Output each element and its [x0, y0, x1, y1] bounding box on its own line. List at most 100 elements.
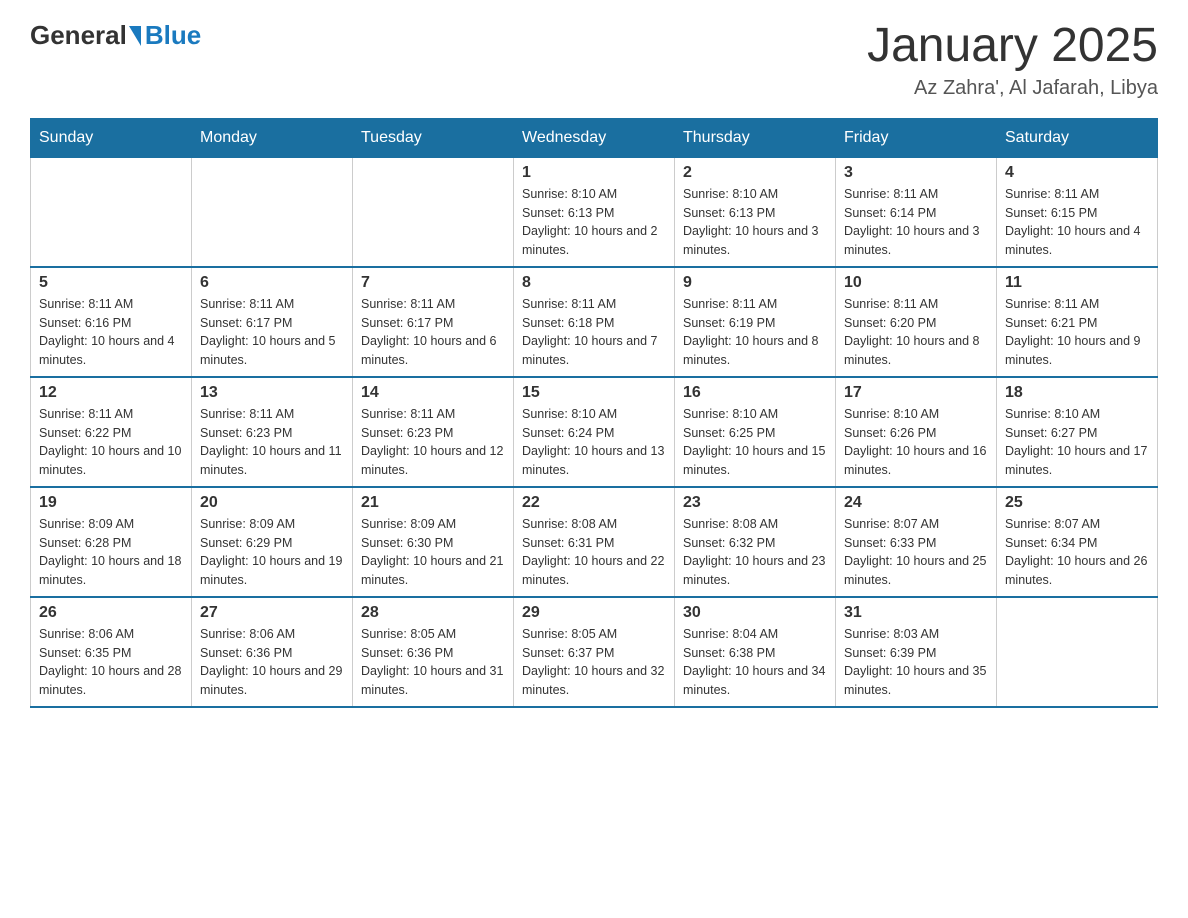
day-info: Sunrise: 8:11 AMSunset: 6:17 PMDaylight:…: [200, 295, 344, 370]
day-info: Sunrise: 8:11 AMSunset: 6:21 PMDaylight:…: [1005, 295, 1149, 370]
calendar-cell: 4 Sunrise: 8:11 AMSunset: 6:15 PMDaylight…: [997, 157, 1158, 267]
calendar-table: SundayMondayTuesdayWednesdayThursdayFrid…: [30, 118, 1158, 708]
calendar-cell: 25 Sunrise: 8:07 AMSunset: 6:34 PMDayligh…: [997, 487, 1158, 597]
day-info: Sunrise: 8:06 AMSunset: 6:36 PMDaylight:…: [200, 625, 344, 700]
day-info: Sunrise: 8:10 AMSunset: 6:25 PMDaylight:…: [683, 405, 827, 480]
calendar-cell: 20Sunrise: 8:09 AMSunset: 6:29 PMDayligh…: [192, 487, 353, 597]
calendar-cell: 3Sunrise: 8:11 AMSunset: 6:14 PMDaylight…: [836, 157, 997, 267]
calendar-cell: 6 Sunrise: 8:11 AMSunset: 6:17 PMDaylight…: [192, 267, 353, 377]
calendar-cell: 17Sunrise: 8:10 AMSunset: 6:26 PMDayligh…: [836, 377, 997, 487]
calendar-cell: 9 Sunrise: 8:11 AMSunset: 6:19 PMDaylight…: [675, 267, 836, 377]
location-title: Az Zahra', Al Jafarah, Libya: [867, 77, 1158, 100]
day-number: 15: [522, 384, 666, 402]
day-info: Sunrise: 8:11 AMSunset: 6:17 PMDaylight:…: [361, 295, 505, 370]
day-info: Sunrise: 8:10 AMSunset: 6:13 PMDaylight:…: [522, 185, 666, 260]
day-number: 30: [683, 604, 827, 622]
day-number: 16: [683, 384, 827, 402]
day-number: 4: [1005, 164, 1149, 182]
day-info: Sunrise: 8:07 AMSunset: 6:33 PMDaylight:…: [844, 515, 988, 590]
day-info: Sunrise: 8:09 AMSunset: 6:30 PMDaylight:…: [361, 515, 505, 590]
day-info: Sunrise: 8:11 AMSunset: 6:16 PMDaylight:…: [39, 295, 183, 370]
day-header-friday: Friday: [836, 118, 997, 157]
day-info: Sunrise: 8:07 AMSunset: 6:34 PMDaylight:…: [1005, 515, 1149, 590]
day-number: 13: [200, 384, 344, 402]
calendar-cell: 1 Sunrise: 8:10 AMSunset: 6:13 PMDaylight…: [514, 157, 675, 267]
calendar-cell: [353, 157, 514, 267]
calendar-cell: 5Sunrise: 8:11 AMSunset: 6:16 PMDaylight…: [31, 267, 192, 377]
day-number: 26: [39, 604, 183, 622]
day-info: Sunrise: 8:08 AMSunset: 6:32 PMDaylight:…: [683, 515, 827, 590]
calendar-cell: 14Sunrise: 8:11 AMSunset: 6:23 PMDayligh…: [353, 377, 514, 487]
day-header-wednesday: Wednesday: [514, 118, 675, 157]
day-info: Sunrise: 8:10 AMSunset: 6:27 PMDaylight:…: [1005, 405, 1149, 480]
calendar-cell: 21 Sunrise: 8:09 AMSunset: 6:30 PMDayligh…: [353, 487, 514, 597]
calendar-cell: 7 Sunrise: 8:11 AMSunset: 6:17 PMDaylight…: [353, 267, 514, 377]
calendar-cell: 16 Sunrise: 8:10 AMSunset: 6:25 PMDayligh…: [675, 377, 836, 487]
day-number: 7: [361, 274, 505, 292]
day-number: 8: [522, 274, 666, 292]
calendar-cell: 29 Sunrise: 8:05 AMSunset: 6:37 PMDayligh…: [514, 597, 675, 707]
day-number: 25: [1005, 494, 1149, 512]
calendar-cell: 15 Sunrise: 8:10 AMSunset: 6:24 PMDayligh…: [514, 377, 675, 487]
calendar-cell: 26 Sunrise: 8:06 AMSunset: 6:35 PMDayligh…: [31, 597, 192, 707]
day-info: Sunrise: 8:09 AMSunset: 6:28 PMDaylight:…: [39, 515, 183, 590]
calendar-cell: 13Sunrise: 8:11 AMSunset: 6:23 PMDayligh…: [192, 377, 353, 487]
day-number: 22: [522, 494, 666, 512]
month-title: January 2025: [867, 20, 1158, 73]
day-info: Sunrise: 8:11 AMSunset: 6:22 PMDaylight:…: [39, 405, 183, 480]
day-number: 27: [200, 604, 344, 622]
day-header-saturday: Saturday: [997, 118, 1158, 157]
calendar-cell: 24 Sunrise: 8:07 AMSunset: 6:33 PMDayligh…: [836, 487, 997, 597]
day-info: Sunrise: 8:10 AMSunset: 6:26 PMDaylight:…: [844, 405, 988, 480]
day-info: Sunrise: 8:11 AMSunset: 6:15 PMDaylight:…: [1005, 185, 1149, 260]
calendar-cell: [192, 157, 353, 267]
calendar-week-1: 1 Sunrise: 8:10 AMSunset: 6:13 PMDaylight…: [31, 157, 1158, 267]
day-number: 6: [200, 274, 344, 292]
calendar-cell: 8 Sunrise: 8:11 AMSunset: 6:18 PMDaylight…: [514, 267, 675, 377]
day-info: Sunrise: 8:11 AMSunset: 6:19 PMDaylight:…: [683, 295, 827, 370]
day-info: Sunrise: 8:11 AMSunset: 6:14 PMDaylight:…: [844, 185, 988, 260]
logo-general: General: [30, 20, 127, 51]
calendar-cell: [31, 157, 192, 267]
calendar-cell: [997, 597, 1158, 707]
day-info: Sunrise: 8:10 AMSunset: 6:13 PMDaylight:…: [683, 185, 827, 260]
day-number: 29: [522, 604, 666, 622]
day-number: 19: [39, 494, 183, 512]
calendar-cell: 22 Sunrise: 8:08 AMSunset: 6:31 PMDayligh…: [514, 487, 675, 597]
day-header-monday: Monday: [192, 118, 353, 157]
day-number: 11: [1005, 274, 1149, 292]
day-info: Sunrise: 8:05 AMSunset: 6:36 PMDaylight:…: [361, 625, 505, 700]
calendar-week-2: 5Sunrise: 8:11 AMSunset: 6:16 PMDaylight…: [31, 267, 1158, 377]
day-info: Sunrise: 8:11 AMSunset: 6:23 PMDaylight:…: [361, 405, 505, 480]
day-info: Sunrise: 8:05 AMSunset: 6:37 PMDaylight:…: [522, 625, 666, 700]
day-info: Sunrise: 8:11 AMSunset: 6:20 PMDaylight:…: [844, 295, 988, 370]
day-number: 18: [1005, 384, 1149, 402]
title-block: January 2025 Az Zahra', Al Jafarah, Liby…: [867, 20, 1158, 100]
calendar-cell: 18 Sunrise: 8:10 AMSunset: 6:27 PMDayligh…: [997, 377, 1158, 487]
day-number: 2: [683, 164, 827, 182]
calendar-week-4: 19 Sunrise: 8:09 AMSunset: 6:28 PMDayligh…: [31, 487, 1158, 597]
day-info: Sunrise: 8:10 AMSunset: 6:24 PMDaylight:…: [522, 405, 666, 480]
day-number: 1: [522, 164, 666, 182]
day-number: 31: [844, 604, 988, 622]
calendar-header-row: SundayMondayTuesdayWednesdayThursdayFrid…: [31, 118, 1158, 157]
calendar-cell: 12 Sunrise: 8:11 AMSunset: 6:22 PMDayligh…: [31, 377, 192, 487]
calendar-cell: 23Sunrise: 8:08 AMSunset: 6:32 PMDayligh…: [675, 487, 836, 597]
logo-blue-text: Blue: [145, 20, 201, 51]
day-number: 28: [361, 604, 505, 622]
logo-triangle-icon: [129, 26, 141, 46]
day-number: 24: [844, 494, 988, 512]
day-info: Sunrise: 8:11 AMSunset: 6:18 PMDaylight:…: [522, 295, 666, 370]
day-number: 9: [683, 274, 827, 292]
calendar-cell: 31Sunrise: 8:03 AMSunset: 6:39 PMDayligh…: [836, 597, 997, 707]
page-header: General Blue January 2025 Az Zahra', Al …: [30, 20, 1158, 100]
day-header-thursday: Thursday: [675, 118, 836, 157]
day-number: 21: [361, 494, 505, 512]
day-info: Sunrise: 8:06 AMSunset: 6:35 PMDaylight:…: [39, 625, 183, 700]
day-number: 12: [39, 384, 183, 402]
calendar-cell: 30Sunrise: 8:04 AMSunset: 6:38 PMDayligh…: [675, 597, 836, 707]
day-header-sunday: Sunday: [31, 118, 192, 157]
day-info: Sunrise: 8:08 AMSunset: 6:31 PMDaylight:…: [522, 515, 666, 590]
calendar-cell: 19 Sunrise: 8:09 AMSunset: 6:28 PMDayligh…: [31, 487, 192, 597]
day-number: 10: [844, 274, 988, 292]
